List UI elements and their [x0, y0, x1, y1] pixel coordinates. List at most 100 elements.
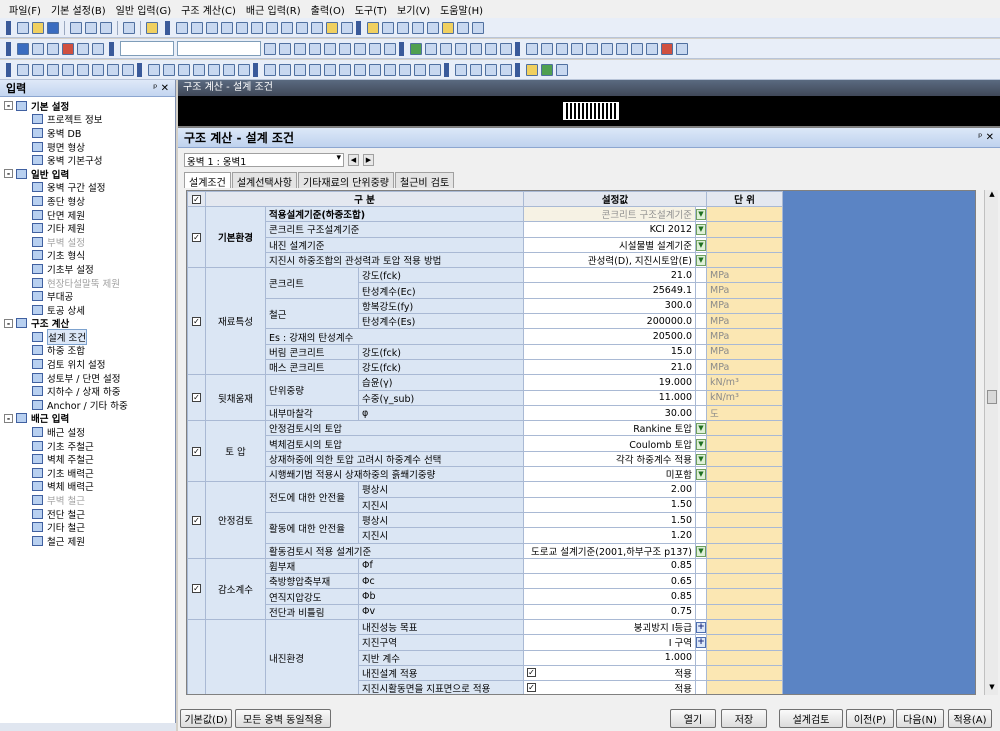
select-all-cell[interactable]: ✓ [187, 191, 206, 207]
row-value[interactable]: Rankine 토압 [523, 420, 696, 437]
group-checkbox-cell[interactable]: ✓ [187, 267, 206, 376]
prev-icon[interactable] [294, 42, 306, 55]
row-value[interactable]: 미포함 [523, 466, 696, 483]
tree-item[interactable]: 옹벽 구간 설정 [0, 181, 175, 194]
rebar-icon[interactable] [397, 21, 409, 34]
print-preview-icon[interactable] [384, 42, 396, 55]
tree-item[interactable]: 옹벽 기본구성 [0, 153, 175, 167]
dim-angle-icon[interactable] [571, 42, 583, 55]
frame-icon[interactable] [646, 42, 658, 55]
wall-icon[interactable] [236, 21, 248, 34]
tree-group[interactable]: - 배근 입력 [0, 412, 175, 425]
load-icon[interactable] [382, 21, 394, 34]
tree-item[interactable]: 배근 설정 [0, 425, 175, 439]
fwd-icon[interactable] [324, 42, 336, 55]
dialog-close-icon[interactable]: ✕ [986, 132, 994, 143]
group-checkbox-cell[interactable]: ✓ [187, 205, 206, 269]
default-button[interactable]: 기본값(D) [180, 709, 232, 728]
toolbar-icon-c[interactable] [62, 42, 74, 55]
row-value[interactable]: ✓ 적용 [523, 680, 696, 694]
tree-item[interactable]: 지하수 / 상재 하중 [0, 384, 175, 398]
scale-icon[interactable] [369, 63, 381, 76]
tree-item[interactable]: 기초 형식 [0, 249, 175, 262]
checkbox[interactable]: ✓ [192, 393, 201, 403]
dim-cont-icon[interactable] [601, 42, 613, 55]
toolbar-icon-a[interactable] [32, 42, 44, 55]
ortho-icon[interactable] [485, 42, 497, 55]
calc-icon[interactable] [367, 21, 379, 34]
copy-icon[interactable] [85, 21, 97, 34]
menu-item[interactable]: 파일(F) [4, 2, 46, 17]
explode-icon[interactable] [455, 63, 467, 76]
checkbox[interactable]: ✓ [527, 668, 536, 678]
section-icon[interactable] [251, 21, 263, 34]
dropdown-icon[interactable]: ▼ [696, 255, 706, 267]
move-icon[interactable] [264, 63, 276, 76]
row-value[interactable]: 각각 하중계수 적용 [523, 450, 696, 468]
checkbox[interactable]: ✓ [192, 232, 201, 242]
prev-wall-icon[interactable]: ◀ [348, 154, 359, 166]
save-icon[interactable] [47, 21, 59, 34]
wall-select-dropdown[interactable]: 옹벽 1 : 옹벽1 [184, 153, 344, 168]
export-icon[interactable] [526, 63, 538, 76]
zoom-out-icon[interactable] [32, 63, 44, 76]
menu-item[interactable]: 배근 입력(R) [241, 2, 306, 17]
grid-icon[interactable] [440, 42, 452, 55]
collapse-icon[interactable]: - [4, 318, 13, 328]
row-action[interactable]: + [695, 634, 707, 651]
tree-item[interactable]: 벽체 주철근 [0, 452, 175, 466]
prev-button[interactable]: 이전(P) [846, 709, 894, 728]
row-action[interactable]: ▼ [695, 205, 707, 223]
menu-item[interactable]: 출력(O) [306, 2, 350, 17]
snap-icon[interactable] [470, 42, 482, 55]
circle-icon[interactable] [193, 63, 205, 76]
trim-icon[interactable] [339, 63, 351, 76]
checkbox-icon[interactable] [17, 42, 29, 55]
open-button[interactable]: 열기 [670, 709, 716, 728]
tree-item[interactable]: 성토부 / 단면 설정 [0, 371, 175, 385]
tree-item[interactable]: 종단 형상 [0, 194, 175, 208]
table-icon[interactable] [472, 21, 484, 34]
toolbar-icon-d[interactable] [77, 42, 89, 55]
tree-item[interactable]: 기초부 설정 [0, 262, 175, 276]
group-checkbox-cell[interactable]: ✓ [187, 374, 206, 422]
dialog-pin-icon[interactable]: ᵖ [978, 132, 982, 143]
open-file-icon[interactable] [32, 21, 44, 34]
tree-item[interactable]: 부대공 [0, 289, 175, 303]
row-value[interactable]: Coulomb 토압 [523, 435, 696, 452]
cross-icon[interactable] [178, 63, 190, 76]
last-icon[interactable] [354, 42, 366, 55]
row-action[interactable]: ▼ [695, 251, 707, 269]
dim-aligned-icon[interactable] [541, 42, 553, 55]
dropdown-icon[interactable]: ▼ [696, 438, 706, 450]
tree-item[interactable]: 철근 제원 [0, 534, 175, 548]
dropdown-icon[interactable]: ▼ [696, 224, 706, 236]
collapse-icon[interactable]: - [4, 169, 13, 179]
zoom-prev-icon[interactable] [77, 63, 89, 76]
collapse-icon[interactable]: - [4, 101, 13, 111]
dim-edit-icon[interactable] [616, 42, 628, 55]
paste-icon[interactable] [100, 21, 112, 34]
tab[interactable]: 기타재료의 단위중량 [298, 172, 394, 189]
zoom-win-icon[interactable] [92, 63, 104, 76]
zoom-real-icon[interactable] [107, 63, 119, 76]
menu-item[interactable]: 도구(T) [350, 2, 392, 17]
print-icon[interactable] [123, 21, 135, 34]
drawing-icon[interactable] [457, 21, 469, 34]
tree-group[interactable]: - 일반 입력 [0, 167, 175, 181]
checkbox[interactable]: ✓ [527, 683, 536, 693]
found-icon[interactable] [296, 21, 308, 34]
new-file-icon[interactable] [17, 21, 29, 34]
break-icon[interactable] [399, 63, 411, 76]
row-action[interactable]: ▼ [695, 221, 707, 238]
plus-icon[interactable]: + [696, 637, 706, 649]
design-check-button[interactable]: 설계검토 [779, 709, 843, 728]
group-checkbox-cell[interactable]: ✓ [187, 557, 206, 621]
drawing-thumbnail[interactable] [563, 102, 619, 120]
menu-item[interactable]: 구조 계산(C) [176, 2, 241, 17]
check-icon[interactable] [412, 21, 424, 34]
text-icon[interactable] [631, 42, 643, 55]
run-icon[interactable] [541, 63, 553, 76]
tree-item[interactable]: 평면 형상 [0, 140, 175, 154]
extend-icon[interactable] [354, 63, 366, 76]
